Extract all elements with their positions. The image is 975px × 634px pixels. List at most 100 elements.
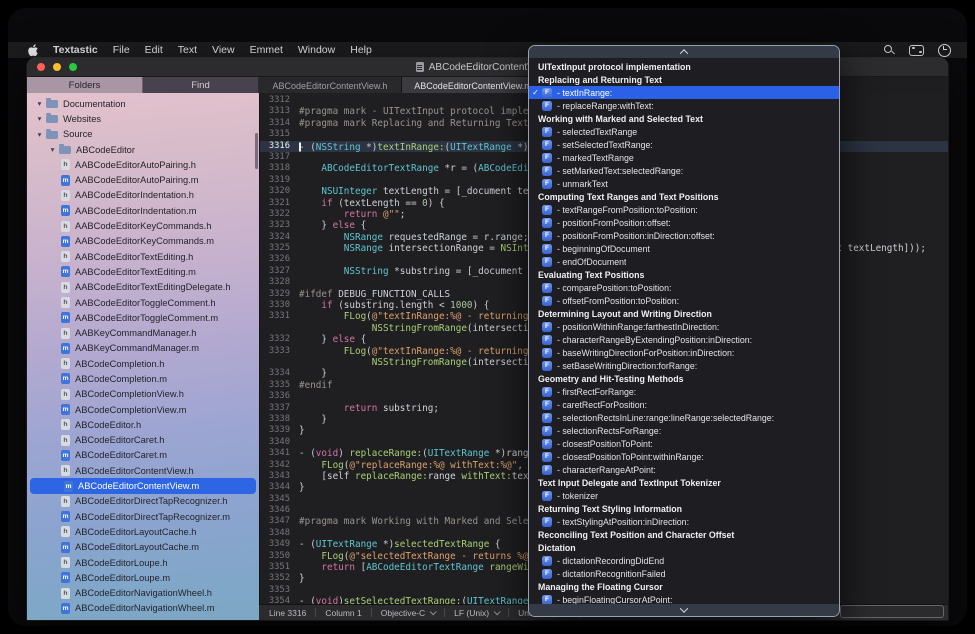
tree-file-abcodeeditornavigationwheel-h[interactable]: h ABCodeEditorNavigationWheel.h <box>27 586 259 601</box>
tree-folder-abcodeeditor[interactable]: ▾ ABCodeEditor <box>27 142 259 157</box>
close-button[interactable] <box>37 63 45 71</box>
menu-file[interactable]: File <box>113 44 130 56</box>
tree-file-aabcodeeditortogglecomment-m[interactable]: m AABCodeEditorToggleComment.m <box>27 310 259 325</box>
status-column-indicator: Column 1 <box>323 608 363 618</box>
tree-file-abcodeeditorcaret-m[interactable]: m ABCodeEditorCaret.m <box>27 448 259 463</box>
symbol-item-dictationrecordingdidend[interactable]: F - dictationRecordingDidEnd <box>529 554 839 567</box>
tree-file-abcodeeditordirecttaprecognizer-h[interactable]: h ABCodeEditorDirectTapRecognizer.h <box>27 494 259 509</box>
method-icon: F <box>542 399 552 410</box>
menu-textastic[interactable]: Textastic <box>53 44 98 56</box>
symbol-item-compareposition-toposition[interactable]: F - comparePosition:toPosition: <box>529 281 839 294</box>
symbol-item-characterrangebyextendingposition-indirection[interactable]: F - characterRangeByExtendingPosition:inD… <box>529 333 839 346</box>
symbol-item-positionwithinrange-farthestindirection[interactable]: F - positionWithinRange:farthestInDirecti… <box>529 320 839 333</box>
chevron-down-icon <box>429 608 437 616</box>
menu-text[interactable]: Text <box>178 44 197 56</box>
status-syntax-selector[interactable]: Objective-C <box>379 608 437 618</box>
apple-menu[interactable] <box>28 43 39 57</box>
tree-file-abcodeeditordirecttaprecognizer-m[interactable]: m ABCodeEditorDirectTapRecognizer.m <box>27 509 259 524</box>
tree-file-abcodeeditorloupe-m[interactable]: m ABCodeEditorLoupe.m <box>27 570 259 585</box>
tree-file-abcodeeditor-h[interactable]: h ABCodeEditor.h <box>27 417 259 432</box>
disclosure-triangle[interactable]: ▾ <box>35 130 44 139</box>
tree-folder-websites[interactable]: ▾ Websites <box>27 111 259 126</box>
symbol-label: - selectedTextRange <box>557 126 638 137</box>
symbol-item-setbasewritingdirection-forrange[interactable]: F - setBaseWritingDirection:forRange: <box>529 359 839 372</box>
disclosure-triangle[interactable]: ▾ <box>48 145 57 154</box>
symbol-item-dictationrecognitionfailed[interactable]: F - dictationRecognitionFailed <box>529 567 839 580</box>
disclosure-triangle[interactable]: ▾ <box>35 114 44 123</box>
tree-file-aabcodeeditorautopairing-m[interactable]: m AABCodeEditorAutoPairing.m <box>27 172 259 187</box>
disclosure-triangle[interactable]: ▾ <box>35 99 44 108</box>
symbol-item-closestpositiontopoint-withinrange[interactable]: F - closestPositionToPoint:withinRange: <box>529 450 839 463</box>
symbol-item-basewritingdirectionforposition-indirection[interactable]: F - baseWritingDirectionForPosition:inDir… <box>529 346 839 359</box>
minimize-button[interactable] <box>53 63 61 71</box>
tree-file-aabcodeeditorindentation-m[interactable]: m AABCodeEditorIndentation.m <box>27 203 259 218</box>
symbol-item-textinrange[interactable]: ✓ F - textInRange: <box>529 86 839 99</box>
symbol-item-caretrectforposition[interactable]: F - caretRectForPosition: <box>529 398 839 411</box>
symbol-item-selectionrectsinline-range-linerange-selectedrange[interactable]: F - selectionRectsInLine:range:lineRange:… <box>529 411 839 424</box>
menu-help[interactable]: Help <box>350 44 372 56</box>
tree-file-abcodecompletionview-h[interactable]: h ABCodeCompletionView.h <box>27 387 259 402</box>
clock-icon[interactable] <box>938 43 951 57</box>
tree-file-abcodeeditorlayoutcache-h[interactable]: h ABCodeEditorLayoutCache.h <box>27 524 259 539</box>
tab-folders[interactable]: Folders <box>27 77 143 94</box>
tree-file-aabcodeeditortextediting-m[interactable]: m AABCodeEditorTextEditing.m <box>27 264 259 279</box>
menu-window[interactable]: Window <box>298 44 335 56</box>
tree-file-aabcodeeditortexteditingdelegate-h[interactable]: h AABCodeEditorTextEditingDelegate.h <box>27 280 259 295</box>
symbol-item-setmarkedtext-selectedrange[interactable]: F - setMarkedText:selectedRange: <box>529 164 839 177</box>
search-icon[interactable] <box>884 44 895 56</box>
tree-file-abcodeeditornavigationwheel-m[interactable]: m ABCodeEditorNavigationWheel.m <box>27 601 259 616</box>
symbol-item-replacerange-withtext[interactable]: F - replaceRange:withText: <box>529 99 839 112</box>
symbol-item-beginningofdocument[interactable]: F - beginningOfDocument <box>529 242 839 255</box>
menu-emmet[interactable]: Emmet <box>250 44 283 56</box>
symbol-item-textrangefromposition-toposition[interactable]: F - textRangeFromPosition:toPosition: <box>529 203 839 216</box>
tree-file-abcodeeditorloupe-h[interactable]: h ABCodeEditorLoupe.h <box>27 555 259 570</box>
tree-file-aabcodeeditorkeycommands-h[interactable]: h AABCodeEditorKeyCommands.h <box>27 218 259 233</box>
tree-file-aabcodeeditortextediting-h[interactable]: h AABCodeEditorTextEditing.h <box>27 249 259 264</box>
zoom-button[interactable] <box>69 63 77 71</box>
symbol-item-selectedtextrange[interactable]: F - selectedTextRange <box>529 125 839 138</box>
symbol-item-unmarktext[interactable]: F - unmarkText <box>529 177 839 190</box>
file-icon-h: h <box>61 434 70 446</box>
status-aux-box[interactable] <box>840 605 944 618</box>
symbol-item-offsetfromposition-toposition[interactable]: F - offsetFromPosition:toPosition: <box>529 294 839 307</box>
symbol-item-selectionrectsforrange[interactable]: F - selectionRectsForRange: <box>529 424 839 437</box>
code-token: if <box>321 300 333 312</box>
tree-file-aabcodeeditorkeycommands-m[interactable]: m AABCodeEditorKeyCommands.m <box>27 234 259 249</box>
menu-edit[interactable]: Edit <box>145 44 163 56</box>
tree-folder-source[interactable]: ▾ Source <box>27 127 259 142</box>
menu-view[interactable]: View <box>212 44 235 56</box>
symbol-item-textstylingatposition-indirection[interactable]: F - textStylingAtPosition:inDirection: <box>529 515 839 528</box>
tree-file-abcodecompletion-h[interactable]: h ABCodeCompletion.h <box>27 356 259 371</box>
editor-tab-abcodeeditorcontentview-h[interactable]: ABCodeEditorContentView.h <box>259 77 402 94</box>
symbol-item-positionfromposition-offset[interactable]: F - positionFromPosition:offset: <box>529 216 839 229</box>
tree-file-aabcodeeditorindentation-h[interactable]: h AABCodeEditorIndentation.h <box>27 188 259 203</box>
tab-find[interactable]: Find <box>143 77 259 94</box>
symbol-item-setselectedtextrange[interactable]: F - setSelectedTextRange: <box>529 138 839 151</box>
symbol-item-beginfloatingcursoratpoint[interactable]: F - beginFloatingCursorAtPoint: <box>529 593 839 604</box>
scroll-down-arrow[interactable] <box>529 604 839 616</box>
editor-tab-abcodeeditorcontentview-m[interactable]: ABCodeEditorContentView.m <box>402 77 545 94</box>
symbol-item-firstrectforrange[interactable]: F - firstRectForRange: <box>529 385 839 398</box>
code-token: } <box>299 413 327 425</box>
symbol-item-positionfromposition-indirection-offset[interactable]: F - positionFromPosition:inDirection:offs… <box>529 229 839 242</box>
symbol-item-endofdocument[interactable]: F - endOfDocument <box>529 255 839 268</box>
tree-file-aabcodeeditorautopairing-h[interactable]: h AABCodeEditorAutoPairing.h <box>27 157 259 172</box>
tree-file-abcodeeditorlayoutcache-m[interactable]: m ABCodeEditorLayoutCache.m <box>27 540 259 555</box>
tree-file-abcodeeditorcaret-h[interactable]: h ABCodeEditorCaret.h <box>27 433 259 448</box>
control-center-icon[interactable] <box>909 44 924 56</box>
symbol-item-tokenizer[interactable]: F - tokenizer <box>529 489 839 502</box>
scroll-up-arrow[interactable] <box>529 46 839 58</box>
tree-file-aabkeycommandmanager-h[interactable]: h AABKeyCommandManager.h <box>27 325 259 340</box>
tree-file-abcodecompletion-m[interactable]: m ABCodeCompletion.m <box>27 371 259 386</box>
symbol-item-closestpositiontopoint[interactable]: F - closestPositionToPoint: <box>529 437 839 450</box>
sidebar-scrollbar[interactable] <box>255 133 258 169</box>
symbol-item-characterrangeatpoint[interactable]: F - characterRangeAtPoint: <box>529 463 839 476</box>
tree-folder-documentation[interactable]: ▾ Documentation <box>27 96 259 111</box>
tree-file-abcodecompletionview-m[interactable]: m ABCodeCompletionView.m <box>27 402 259 417</box>
tree-file-abcodeeditorcontentview-m[interactable]: m ABCodeEditorContentView.m <box>30 478 256 494</box>
tree-file-abcodeeditorcontentview-h[interactable]: h ABCodeEditorContentView.h <box>27 463 259 478</box>
status-line-ending-selector[interactable]: LF (Unix) <box>452 608 501 618</box>
tree-file-aabcodeeditortogglecomment-h[interactable]: h AABCodeEditorToggleComment.h <box>27 295 259 310</box>
symbol-item-markedtextrange[interactable]: F - markedTextRange <box>529 151 839 164</box>
tree-file-aabkeycommandmanager-m[interactable]: m AABKeyCommandManager.m <box>27 341 259 356</box>
